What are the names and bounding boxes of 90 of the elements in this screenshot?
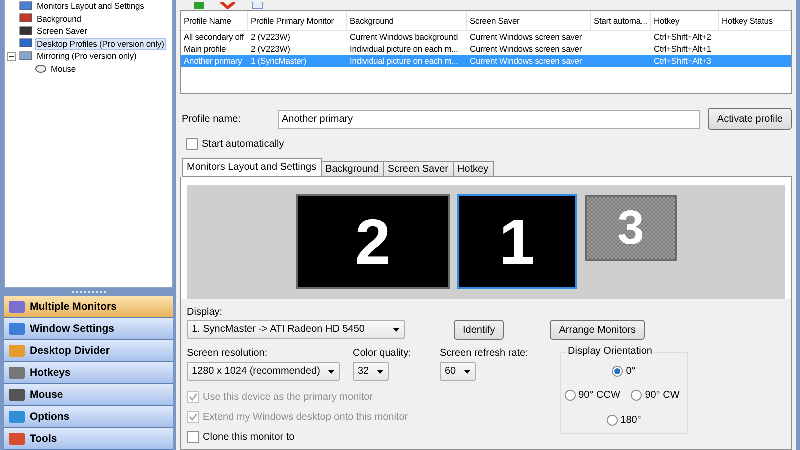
tree-item[interactable]: Desktop Profiles (Pro version only) xyxy=(35,38,166,50)
radio-label: 180° xyxy=(620,415,642,426)
profile-name-field[interactable]: Another primary xyxy=(278,110,700,128)
radio-button[interactable] xyxy=(564,390,576,402)
monitor-tile[interactable]: 2 xyxy=(296,194,450,289)
category-icon xyxy=(8,320,26,336)
monitor-icon xyxy=(19,50,33,62)
arrange-monitors-button[interactable]: Arrange Monitors xyxy=(550,320,645,340)
monitor-tile[interactable]: 1 xyxy=(457,194,577,289)
column-header[interactable]: Hotkey xyxy=(651,11,719,31)
collapse-toggle-icon[interactable] xyxy=(7,52,16,61)
checkbox-label: Clone this monitor to xyxy=(203,432,295,442)
category-icon xyxy=(8,364,26,380)
checkbox-label: Use this device as the primary monitor xyxy=(203,392,374,402)
monitor-icon xyxy=(19,13,33,24)
monitor-icon xyxy=(19,38,33,50)
table-cell-text: Current Windows screen saver xyxy=(469,44,584,54)
table-cell-text: 1 (SyncMaster) xyxy=(250,56,308,66)
table-cell-text: Current Windows background xyxy=(349,32,460,42)
table-row[interactable]: All secondary off 2 (V223W) Current Windows background Current Windows screen saver Ctrl+Shift+Alt+2 xyxy=(181,31,791,43)
nav-button[interactable]: Hotkeys xyxy=(4,362,173,384)
nav-button[interactable]: Multiple Monitors xyxy=(4,296,173,318)
checkbox-label: Extend my Windows desktop onto this monitor xyxy=(203,412,408,422)
category-icon xyxy=(8,430,26,446)
category-icon xyxy=(8,298,26,314)
display-label: Display: xyxy=(187,307,224,318)
table-cell-text: Individual picture on each m... xyxy=(349,44,460,54)
category-icon xyxy=(8,342,26,358)
table-cell-text: Individual picture on each m... xyxy=(349,56,460,66)
nav-button[interactable]: Mouse xyxy=(4,384,173,406)
tab[interactable]: Screen Saver xyxy=(382,161,454,176)
column-header[interactable]: Start automa... xyxy=(591,11,651,31)
monitor-icon xyxy=(19,26,33,37)
dropdown-caret-icon xyxy=(393,328,400,332)
nav-button[interactable]: Desktop Divider xyxy=(4,340,173,362)
refresh-rate-label: Screen refresh rate: xyxy=(440,348,530,359)
profile-name-label: Profile name: xyxy=(182,114,242,124)
checkbox[interactable] xyxy=(186,138,198,150)
category-icon xyxy=(8,408,26,424)
checkbox[interactable] xyxy=(187,431,199,443)
monitor-icon xyxy=(19,0,33,12)
table-cell-text: Ctrl+Shift+Alt+3 xyxy=(653,56,712,66)
mouse-icon xyxy=(35,64,47,74)
dropdown-caret-icon xyxy=(377,370,384,374)
resolution-label: Screen resolution: xyxy=(187,348,269,359)
radio-button[interactable] xyxy=(631,390,642,402)
column-header[interactable]: Hotkey Status xyxy=(719,11,791,31)
table-row[interactable]: Main profile 2 (V223W) Individual picture on each m... Current Windows screen saver Ctrl+Shift+Alt+1 xyxy=(181,43,791,55)
dropdown-caret-icon xyxy=(328,370,336,374)
table-cell-text: Ctrl+Shift+Alt+2 xyxy=(653,32,712,42)
delete-icon[interactable] xyxy=(220,2,236,9)
column-header[interactable]: Background xyxy=(347,11,467,31)
activate-profile-button[interactable]: Activate profile xyxy=(708,108,792,130)
column-header[interactable]: Screen Saver xyxy=(467,11,591,31)
radio-label: 90° CW xyxy=(645,390,680,402)
dropdown-caret-icon xyxy=(464,370,472,374)
tree-item[interactable]: Mouse xyxy=(49,62,78,75)
column-header[interactable]: Profile Primary Monitor xyxy=(248,11,347,31)
category-icon xyxy=(8,386,26,402)
tree-item[interactable]: Screen Saver xyxy=(35,25,90,38)
color-quality-label: Color quality: xyxy=(353,348,412,359)
tab[interactable]: Background xyxy=(320,161,384,176)
identify-button[interactable]: Identify xyxy=(454,320,504,340)
nav-button[interactable]: Tools xyxy=(4,428,173,450)
table-cell-text: 2 (V223W) xyxy=(250,32,292,42)
color-quality-dropdown[interactable]: 32 xyxy=(353,362,390,381)
radio-button[interactable] xyxy=(606,415,618,426)
table-cell-text: Main profile xyxy=(183,44,228,54)
table-cell-text: Ctrl+Shift+Alt+1 xyxy=(653,44,712,54)
table-cell-text: Another primary xyxy=(183,56,244,66)
tree-item[interactable]: Monitors Layout and Settings xyxy=(35,0,146,12)
checkbox-label: Start automatically xyxy=(202,138,284,150)
tree-item[interactable]: Mirroring (Pro version only) xyxy=(35,50,139,62)
nav-button[interactable]: Window Settings xyxy=(4,318,173,340)
column-header[interactable]: Profile Name xyxy=(181,11,248,31)
tree-item[interactable]: Background xyxy=(35,12,84,25)
resolution-dropdown[interactable]: 1280 x 1024 (recommended) xyxy=(187,362,340,381)
group-title: Display Orientation xyxy=(566,346,654,357)
radio-button[interactable] xyxy=(612,366,624,377)
table-cell-text: All secondary off xyxy=(183,32,246,42)
refresh-rate-dropdown[interactable]: 60 xyxy=(440,362,476,381)
display-dropdown[interactable]: 1. SyncMaster -> ATI Radeon HD 5450 xyxy=(187,320,405,339)
tab[interactable]: Hotkey xyxy=(452,161,494,176)
tab[interactable]: Monitors Layout and Settings xyxy=(182,158,322,176)
table-cell-text: Current Windows screen saver xyxy=(469,56,584,66)
table-cell-text: Current Windows screen saver xyxy=(469,32,584,42)
radio-label: 0° xyxy=(626,366,636,377)
nav-button[interactable]: Options xyxy=(4,406,173,428)
radio-label: 90° CCW xyxy=(578,390,620,402)
table-cell-text: 2 (V223W) xyxy=(250,44,292,54)
